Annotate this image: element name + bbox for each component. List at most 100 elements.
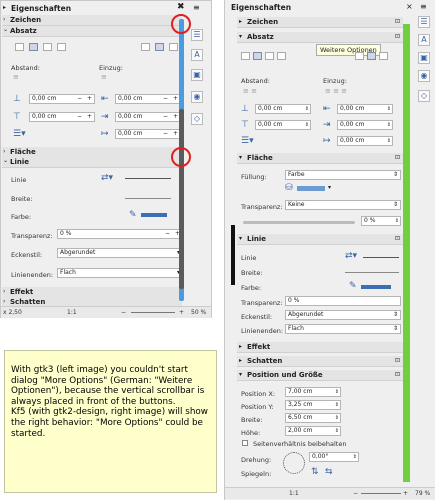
position-x-field[interactable]: 7,00 cm ⇕ <box>285 387 341 397</box>
transparency-percent-field[interactable]: 0 % ⇕ <box>361 216 401 226</box>
indent-before-field[interactable]: 0,00 cm − + <box>115 94 181 104</box>
flip-vertical-icon[interactable]: ⇅ <box>311 467 319 477</box>
eckenstil-label: Eckenstil: <box>241 313 273 321</box>
shapes-deck-icon[interactable]: ◇ <box>418 90 430 102</box>
more-options-icon[interactable]: ⊡ <box>395 33 400 40</box>
corner-style-select[interactable]: Abgerundet ⇕ <box>285 310 401 320</box>
align-center-button[interactable] <box>253 52 262 60</box>
zoom-slider[interactable] <box>131 312 175 313</box>
valign-top-button[interactable] <box>355 52 364 60</box>
corner-style-select[interactable]: Abgerundet▾ <box>57 248 183 258</box>
section-linie[interactable]: Linie ▾ ⊡ <box>237 234 403 245</box>
section-effekt[interactable]: Effekt ▸ <box>237 342 403 353</box>
first-line-indent-field[interactable]: 0,00 cm ⇕ <box>337 136 393 146</box>
more-options-icon[interactable]: ⊡ <box>395 18 400 25</box>
shapes-deck-icon[interactable]: ◇ <box>191 113 203 125</box>
styles-deck-icon[interactable]: A <box>418 34 430 46</box>
valign-top-button[interactable] <box>141 43 150 51</box>
line-transparency-field[interactable]: 0 % <box>285 296 401 306</box>
spacing-below-field[interactable]: 0,00 cm ⇕ <box>255 120 311 130</box>
width-field[interactable]: 6,50 cm ⇕ <box>285 413 341 423</box>
first-line-indent-field[interactable]: 0,00 cm − + <box>115 129 181 139</box>
navigator-deck-icon[interactable]: ◉ <box>191 91 203 103</box>
arrow-style-icon[interactable]: ⇄▾ <box>101 173 113 183</box>
indent-increase-icon[interactable]: ≡ ≡ ≡ <box>325 87 347 95</box>
close-icon[interactable]: × <box>406 2 413 11</box>
styles-deck-icon[interactable]: A <box>191 49 203 61</box>
align-right-button[interactable] <box>43 43 52 51</box>
line-style-preview[interactable] <box>125 178 171 179</box>
more-options-icon[interactable]: ⊡ <box>395 154 400 161</box>
align-left-button[interactable] <box>15 43 24 51</box>
valign-center-button[interactable] <box>367 52 376 60</box>
properties-deck-icon[interactable]: ☰ <box>191 29 203 41</box>
height-field[interactable]: 2,00 cm ⇕ <box>285 426 341 436</box>
spacing-above-field[interactable]: 0,00 cm ⇕ <box>255 104 311 114</box>
transparency-slider[interactable] <box>243 221 355 224</box>
fill-color-icon[interactable]: ⛁ <box>285 183 293 193</box>
section-linie[interactable]: Linie ⌄ <box>2 157 182 168</box>
line-color-swatch[interactable] <box>361 285 391 289</box>
line-style-preview[interactable] <box>363 257 399 258</box>
collapse-icon[interactable]: ▸ <box>3 4 6 11</box>
properties-deck-icon[interactable]: ☰ <box>418 16 430 28</box>
line-ends-select[interactable]: Flach▾ <box>57 268 183 278</box>
chevron-down-icon[interactable]: ▾ <box>328 184 331 191</box>
arrow-style-icon[interactable]: ⇄▾ <box>345 251 357 261</box>
valign-bottom-button[interactable] <box>379 52 388 60</box>
close-icon[interactable]: ✖ <box>177 2 185 12</box>
line-ends-select[interactable]: Flach ⇕ <box>285 324 401 334</box>
position-y-field[interactable]: 3,25 cm ⇕ <box>285 400 341 410</box>
transparency-mode-select[interactable]: Keine ⇕ <box>285 200 401 210</box>
menu-icon[interactable]: ≡ <box>193 3 200 12</box>
align-left-button[interactable] <box>241 52 250 60</box>
spacing-increase-icon[interactable]: ≡ <box>13 73 19 81</box>
menu-icon[interactable]: ≡ <box>420 2 427 11</box>
line-width-preview[interactable] <box>125 198 171 199</box>
navigator-deck-icon[interactable]: ◉ <box>418 70 430 82</box>
scrollbar-thumb[interactable] <box>179 109 184 289</box>
gallery-deck-icon[interactable]: ▣ <box>418 52 430 64</box>
valign-bottom-button[interactable] <box>169 43 178 51</box>
indent-after-field[interactable]: 0,00 cm − + <box>115 112 181 122</box>
align-justify-button[interactable] <box>57 43 66 51</box>
zoom-slider[interactable] <box>361 493 401 494</box>
section-schatten[interactable]: Schatten ▸ ⊡ <box>237 356 403 367</box>
more-options-icon[interactable]: ⊡ <box>395 235 400 242</box>
indent-before-field[interactable]: 0,00 cm ⇕ <box>337 104 393 114</box>
transparency-field[interactable]: 0 % − + <box>57 229 183 239</box>
more-options-icon[interactable]: ⊡ <box>395 371 400 378</box>
line-spacing-icon[interactable]: ☰▾ <box>241 136 254 146</box>
section-flaeche[interactable]: Fläche ▾ ⊡ <box>237 153 403 164</box>
spacing-below-field[interactable]: 0,00 cm − + <box>29 112 95 122</box>
keep-ratio-checkbox[interactable] <box>242 440 248 446</box>
spacing-above-field[interactable]: 0,00 cm − + <box>29 94 95 104</box>
left-splitter-handle[interactable] <box>231 225 235 285</box>
vertical-scrollbar[interactable] <box>403 24 410 482</box>
section-zeichen[interactable]: Zeichen ▸ ⊡ <box>237 17 403 28</box>
line-color-icon[interactable]: ✎ <box>129 210 137 220</box>
einzug-label: Einzug: <box>99 64 123 72</box>
section-absatz[interactable]: Absatz ⌄ <box>2 26 182 37</box>
indent-after-field[interactable]: 0,00 cm ⇕ <box>337 120 393 130</box>
flip-horizontal-icon[interactable]: ⇆ <box>325 467 333 477</box>
section-zeichen[interactable]: Zeichen › <box>2 15 182 26</box>
gallery-deck-icon[interactable]: ▣ <box>191 69 203 81</box>
align-right-button[interactable] <box>265 52 274 60</box>
line-spacing-icon[interactable]: ☰▾ <box>13 129 26 139</box>
rotation-dial[interactable] <box>283 452 305 474</box>
align-justify-button[interactable] <box>277 52 286 60</box>
section-absatz[interactable]: Absatz ▾ ⊡ <box>237 32 403 43</box>
section-position-size[interactable]: Position und Größe ▾ ⊡ <box>237 370 403 381</box>
fill-color-swatch[interactable] <box>297 186 325 191</box>
rotation-field[interactable]: 0,00° ⇕ <box>309 452 359 462</box>
align-center-button[interactable] <box>29 43 38 51</box>
valign-center-button[interactable] <box>155 43 164 51</box>
more-options-icon[interactable]: ⊡ <box>395 357 400 364</box>
line-color-icon[interactable]: ✎ <box>349 281 357 291</box>
spacing-increase-icon[interactable]: ≡ ≡ <box>243 87 257 95</box>
line-color-swatch[interactable] <box>141 213 167 217</box>
line-width-preview[interactable] <box>345 272 399 273</box>
fill-type-select[interactable]: Farbe ⇕ <box>285 170 401 180</box>
indent-increase-icon[interactable]: ≡ <box>101 73 107 81</box>
